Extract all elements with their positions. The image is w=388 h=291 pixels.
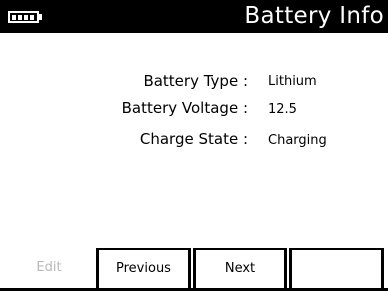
battery-info-screen: Battery Info Battery Type : Lithium Batt… xyxy=(0,0,388,291)
battery-icon xyxy=(8,11,39,23)
edit-softkey[interactable]: Edit xyxy=(6,248,92,288)
battery-terminal xyxy=(39,14,42,20)
blank-softkey[interactable] xyxy=(289,248,384,288)
charge-state-label: Charge State : xyxy=(139,130,248,148)
battery-type-label: Battery Type : xyxy=(143,72,248,90)
battery-level-bar xyxy=(18,15,22,20)
previous-softkey[interactable]: Previous xyxy=(96,248,191,288)
charge-state-value: Charging xyxy=(268,133,327,148)
header-bar: Battery Info xyxy=(0,0,388,33)
next-softkey[interactable]: Next xyxy=(193,248,287,288)
page-title: Battery Info xyxy=(244,3,384,29)
softkey-bar: Edit Previous Next xyxy=(0,248,388,291)
battery-voltage-value: 12.5 xyxy=(268,102,297,117)
battery-type-value: Lithium xyxy=(268,74,317,89)
battery-level-bar xyxy=(30,15,34,20)
battery-level-bar xyxy=(12,15,16,20)
battery-level-bar xyxy=(24,15,28,20)
battery-voltage-label: Battery Voltage : xyxy=(121,99,248,117)
